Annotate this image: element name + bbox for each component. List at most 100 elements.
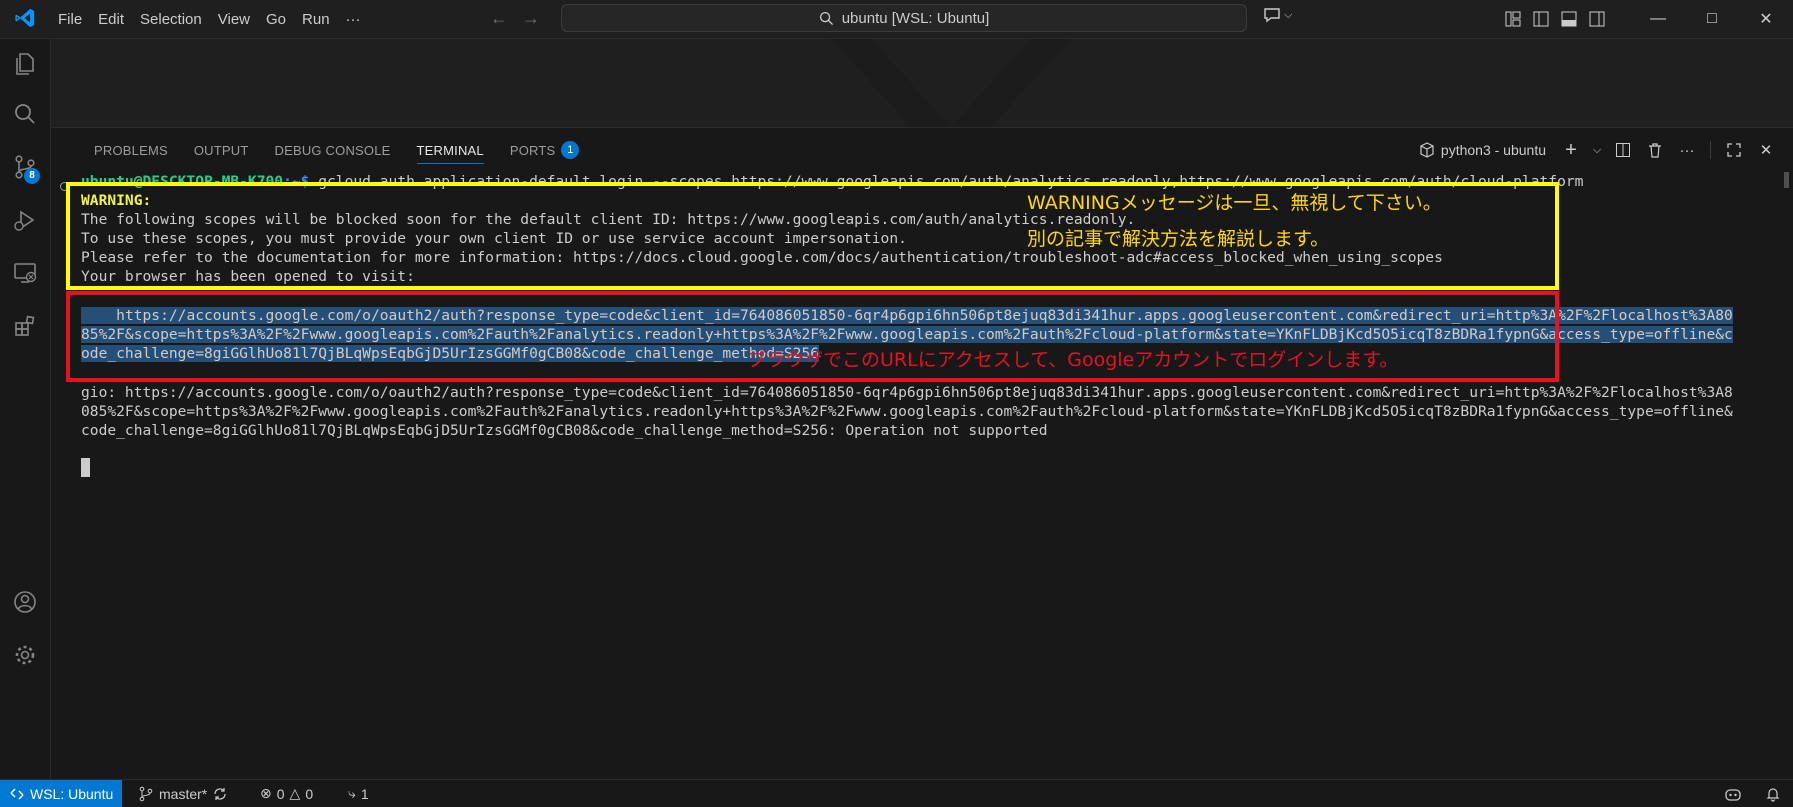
status-bar: WSL: Ubuntu master* ⊗ 0 △ 0 ⤷ 1 <box>0 779 1793 807</box>
notifications-button[interactable] <box>1765 780 1781 807</box>
annotation-url-note: ブラウザでこのURLにアクセスして、Googleアカウントでログインします。 <box>747 349 1399 371</box>
extensions-icon <box>15 315 35 336</box>
manage-button[interactable] <box>0 630 50 680</box>
menu-view[interactable]: View <box>210 11 258 28</box>
separator <box>1710 141 1711 159</box>
terminal-scrollbar[interactable] <box>1784 172 1789 188</box>
tab-debug-console-label: DEBUG CONSOLE <box>274 142 391 158</box>
command-center-label: ubuntu [WSL: Ubuntu] <box>841 9 990 27</box>
toggle-secondary-sidebar-icon[interactable] <box>1583 5 1611 33</box>
run-debug-icon <box>14 210 35 231</box>
more-actions-icon[interactable]: ··· <box>1674 137 1700 163</box>
remote-explorer-button[interactable] <box>0 248 50 298</box>
menu-run[interactable]: Run <box>294 11 338 28</box>
maximize-panel-icon[interactable] <box>1721 137 1747 163</box>
terminal-name: python3 - ubuntu <box>1440 142 1546 158</box>
command-center-search[interactable]: ubuntu [WSL: Ubuntu] <box>561 4 1247 32</box>
tab-output-label: OUTPUT <box>193 142 249 158</box>
toggle-primary-sidebar-icon[interactable] <box>1527 5 1555 33</box>
remote-indicator[interactable]: WSL: Ubuntu <box>0 780 122 807</box>
menu-file[interactable]: File <box>50 11 90 28</box>
copilot-status[interactable] <box>1724 780 1742 807</box>
panel-tabs: PROBLEMS OUTPUT DEBUG CONSOLE TERMINAL P… <box>81 128 592 172</box>
warning-count: 0 <box>305 785 314 802</box>
search-icon <box>819 11 833 25</box>
bottom-panel: PROBLEMS OUTPUT DEBUG CONSOLE TERMINAL P… <box>51 127 1793 780</box>
chevron-down-icon: ⌵ <box>1284 8 1293 21</box>
close-panel-icon[interactable]: ✕ <box>1753 137 1779 163</box>
ports-count: 1 <box>360 785 369 802</box>
terminal-cursor <box>81 458 90 477</box>
vscode-logo-icon <box>15 8 35 28</box>
run-debug-button[interactable] <box>0 195 50 245</box>
remote-label: WSL: Ubuntu <box>30 785 114 802</box>
split-terminal-icon[interactable] <box>1610 137 1636 163</box>
tab-output[interactable]: OUTPUT <box>181 128 262 172</box>
gio-line: code_challenge=8giGGlhUo81l7QjBLqWpsEqbG… <box>81 422 1048 439</box>
accounts-button[interactable] <box>0 577 50 627</box>
chat-icon <box>1264 8 1280 23</box>
source-control-button[interactable]: 8 <box>0 142 50 192</box>
title-bar: File Edit Selection View Go Run ··· ← → … <box>0 0 1793 39</box>
gear-icon <box>15 645 35 665</box>
warning-icon: △ <box>289 785 301 801</box>
panel-actions: python3 - ubuntu + ⌵ ··· ✕ <box>1419 128 1779 172</box>
sync-icon <box>214 787 226 800</box>
back-arrow-icon[interactable]: ← <box>490 8 508 29</box>
gio-line: 085%2F&scope=https%3A%2F%2Fwww.googleapi… <box>81 403 1733 420</box>
menu-selection[interactable]: Selection <box>132 11 210 28</box>
gio-line: gio: https://accounts.google.com/o/oauth… <box>81 384 1733 401</box>
tab-problems-label: PROBLEMS <box>94 142 168 158</box>
toggle-panel-icon[interactable] <box>1555 5 1583 33</box>
editor-area <box>51 39 1793 127</box>
account-icon <box>14 591 36 613</box>
title-bar-right: — □ ✕ <box>1499 0 1793 38</box>
menu-bar: File Edit Selection View Go Run ··· <box>50 0 369 38</box>
explorer-button[interactable] <box>0 39 50 89</box>
remote-icon <box>10 787 24 800</box>
cube-icon <box>1420 142 1434 158</box>
new-terminal-plus-icon[interactable]: + <box>1558 137 1584 163</box>
chevron-down-icon[interactable]: ⌵ <box>1590 137 1604 163</box>
terminal-selector[interactable]: python3 - ubuntu <box>1419 142 1546 158</box>
copilot-chat-button[interactable]: ⌵ <box>1262 5 1292 25</box>
customize-layout-icon[interactable] <box>1499 5 1527 33</box>
minimize-icon[interactable]: — <box>1631 0 1685 38</box>
annotation-warning-note: WARNINGメッセージは一旦、無視して下さい。 <box>1027 192 1442 214</box>
problems-indicator[interactable]: ⊗ 0 △ 0 <box>260 780 313 807</box>
error-icon: ⊗ <box>260 785 272 801</box>
menu-go[interactable]: Go <box>258 11 294 28</box>
branch-label: master* <box>159 785 208 802</box>
search-button[interactable] <box>0 89 50 139</box>
branch-indicator[interactable]: master* <box>138 780 228 807</box>
remote-explorer-icon <box>14 263 37 283</box>
activity-bar: 8 <box>0 39 51 779</box>
ports-indicator[interactable]: ⤷ 1 <box>348 780 369 807</box>
extensions-button[interactable] <box>0 301 50 351</box>
annotation-warning-note: 別の記事で解決方法を解説します。 <box>1027 228 1330 250</box>
tab-terminal[interactable]: TERMINAL <box>404 128 497 172</box>
menu-more[interactable]: ··· <box>338 11 369 28</box>
branch-icon <box>139 786 153 801</box>
error-count: 0 <box>276 785 285 802</box>
broadcast-icon: ⤷ <box>348 785 356 801</box>
tab-terminal-label: TERMINAL <box>416 142 484 158</box>
close-icon[interactable]: ✕ <box>1739 0 1793 38</box>
trash-icon[interactable] <box>1642 137 1668 163</box>
copilot-icon <box>1725 788 1741 801</box>
tab-ports-label: PORTS <box>509 142 556 158</box>
search-icon <box>15 104 35 124</box>
files-icon <box>16 53 34 75</box>
tab-debug-console[interactable]: DEBUG CONSOLE <box>262 128 404 172</box>
ports-badge: 1 <box>561 141 580 159</box>
tab-problems[interactable]: PROBLEMS <box>81 128 181 172</box>
navigation-arrows: ← → <box>490 8 540 29</box>
menu-edit[interactable]: Edit <box>90 11 132 28</box>
vscode-watermark-icon <box>831 39 1071 127</box>
tab-ports[interactable]: PORTS 1 <box>497 128 593 172</box>
source-control-badge: 8 <box>24 168 40 184</box>
maximize-icon[interactable]: □ <box>1685 0 1739 38</box>
terminal-output[interactable]: ubuntu@DESCKTOP-MB-K700:~$ gcloud auth a… <box>51 172 1793 780</box>
bell-icon <box>1766 787 1780 802</box>
forward-arrow-icon[interactable]: → <box>522 8 540 29</box>
